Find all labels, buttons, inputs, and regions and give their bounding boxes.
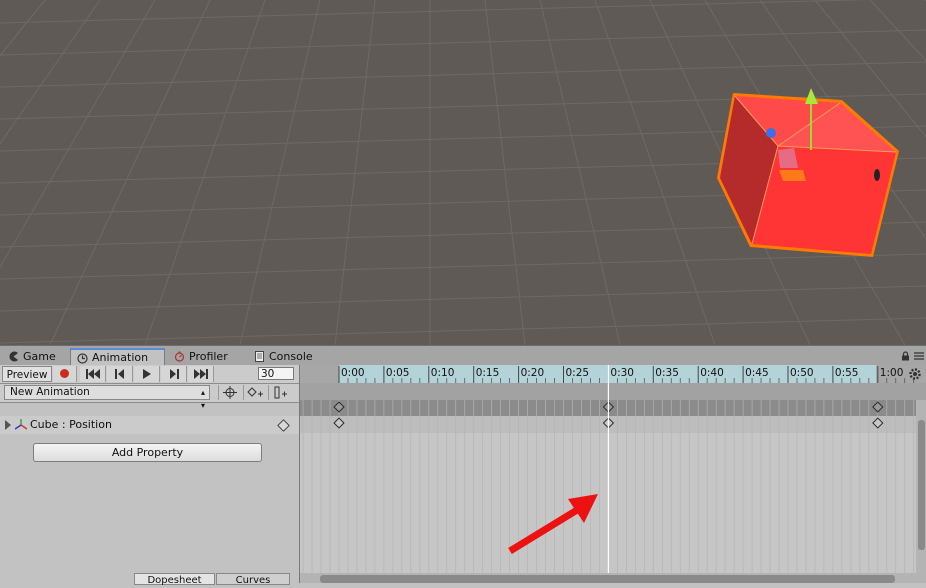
keyframe-diamond-icon[interactable] xyxy=(277,419,290,432)
add-keyframe-diamond-button[interactable] xyxy=(243,385,267,400)
tab-curves[interactable]: Curves xyxy=(216,573,290,586)
clip-bar: New Animation ▴ ▾ xyxy=(0,384,299,410)
lock-icon[interactable] xyxy=(901,351,910,361)
animation-property-panel: Preview 30 New Animation ▴ ▾ Cube: Posi… xyxy=(0,365,300,586)
ruler-label: 0:00 xyxy=(341,367,365,379)
tab-animation[interactable]: Animation xyxy=(70,348,165,366)
editor-tab-bar: Game Animation Profiler Console xyxy=(0,345,926,366)
stopwatch-icon xyxy=(174,351,185,362)
add-property-button[interactable]: Add Property xyxy=(33,443,262,462)
tab-game[interactable]: Game xyxy=(2,348,68,366)
preview-toggle[interactable]: Preview xyxy=(2,366,52,382)
ruler-label: 0:10 xyxy=(431,367,455,379)
add-keyframe-button[interactable] xyxy=(218,385,242,400)
ruler-pre-range xyxy=(300,365,339,383)
timeline-canvas: 0:00 0:05 0:10 0:15 0:20 0:25 0:30 0:35 0:40 0:45… xyxy=(300,365,926,583)
tab-dopesheet[interactable]: Dopesheet xyxy=(134,573,215,586)
frame-input[interactable]: 30 xyxy=(258,367,294,380)
step-back-icon xyxy=(114,369,124,379)
vertical-scroll-thumb[interactable] xyxy=(918,420,925,550)
property-row[interactable]: Cube : Position xyxy=(0,416,299,434)
ruler-label: 0:05 xyxy=(386,367,410,379)
settings-gear-icon[interactable] xyxy=(908,367,922,381)
transform-axes-icon xyxy=(15,419,27,430)
record-button[interactable] xyxy=(53,366,77,382)
last-keyframe-button[interactable] xyxy=(188,366,214,382)
horizontal-scroll-thumb[interactable] xyxy=(320,575,895,583)
dopesheet-timeline[interactable]: 0:00 0:05 0:10 0:15 0:20 0:25 0:30 0:35 0:40 0:45… xyxy=(300,365,926,583)
diamond-add-icon xyxy=(247,387,263,397)
ruler-label: 0:20 xyxy=(521,367,545,379)
ruler-label: 0:15 xyxy=(476,367,500,379)
event-lane[interactable] xyxy=(300,383,926,400)
previous-keyframe-button[interactable] xyxy=(107,366,133,382)
first-keyframe-button[interactable] xyxy=(80,366,106,382)
clip-dropdown[interactable]: New Animation ▴ ▾ xyxy=(4,385,210,410)
skip-to-end-icon xyxy=(193,369,208,379)
step-forward-icon xyxy=(169,369,179,379)
console-icon xyxy=(255,351,264,362)
panel-menu-icon[interactable] xyxy=(914,352,924,360)
ruler-label: 0:35 xyxy=(655,367,679,379)
play-icon xyxy=(142,369,151,379)
tab-console[interactable]: Console xyxy=(248,348,328,366)
record-icon xyxy=(60,369,69,378)
tab-console-label: Console xyxy=(269,350,313,363)
scene-grid xyxy=(0,0,926,345)
ruler-label: 1:00 xyxy=(880,367,904,379)
tab-animation-label: Animation xyxy=(92,351,149,364)
clip-dropdown-value: New Animation xyxy=(10,386,90,398)
scene-view[interactable] xyxy=(0,0,926,345)
ruler-label: 0:40 xyxy=(700,367,724,379)
skip-to-start-icon xyxy=(85,369,100,379)
event-add-icon xyxy=(274,386,287,399)
dropdown-arrows-icon: ▴ ▾ xyxy=(200,388,205,410)
property-label: Cube : Position xyxy=(30,418,112,431)
pacman-icon xyxy=(9,351,18,362)
clock-icon xyxy=(77,353,88,364)
tab-profiler-label: Profiler xyxy=(189,350,228,363)
cube-object[interactable] xyxy=(717,93,899,257)
tab-profiler[interactable]: Profiler xyxy=(168,348,246,366)
view-mode-tabs: Dopesheet Curves xyxy=(0,573,299,586)
animation-toolbar: Preview 30 xyxy=(0,365,299,384)
next-keyframe-button[interactable] xyxy=(161,366,187,382)
ruler-label: 0:25 xyxy=(566,367,590,379)
ruler-label: 0:50 xyxy=(790,367,814,379)
crosshair-key-icon xyxy=(223,386,237,399)
ruler-label: 0:30 xyxy=(610,367,634,379)
tab-game-label: Game xyxy=(23,350,56,363)
add-event-button[interactable] xyxy=(268,385,292,400)
expand-arrow-icon[interactable] xyxy=(5,420,11,430)
ruler-label: 0:45 xyxy=(745,367,769,379)
play-button[interactable] xyxy=(134,366,160,382)
ruler-label: 0:55 xyxy=(835,367,859,379)
